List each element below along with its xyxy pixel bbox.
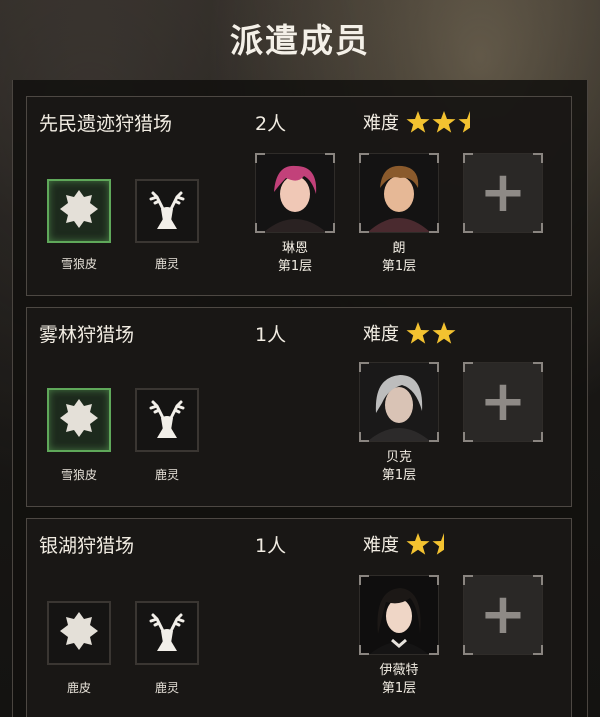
reward-pelt[interactable] [47,179,111,243]
member-portrait [360,363,438,441]
star-icon [405,531,431,557]
plus-icon: + [479,582,527,647]
plus-icon: + [479,160,527,225]
pelt-icon [57,187,101,235]
star-icon [405,109,431,135]
reward-deer[interactable] [135,601,199,665]
hunting-ground-card[interactable]: 先民遗迹狩猎场 2人 难度 雪狼皮 鹿灵 琳恩 第1层 朗 第1层 + [26,96,572,296]
star-icon [431,320,457,346]
member-name: 琳恩 [281,241,308,256]
member-floor: 第1层 [381,681,417,696]
add-member-button[interactable]: + [463,362,543,442]
member-count: 2人 [255,113,287,135]
member-floor: 第1层 [381,468,417,483]
difficulty-label: 难度 [363,535,399,556]
difficulty: 难度 [363,109,483,135]
member-slot[interactable] [359,153,439,233]
difficulty-stars [405,109,483,135]
pelt-icon [57,609,101,657]
reward-deer[interactable] [135,388,199,452]
member-count: 1人 [255,324,287,346]
add-member-button[interactable]: + [463,575,543,655]
member-slot[interactable] [359,362,439,442]
member-floor: 第1层 [381,259,417,274]
member-count: 1人 [255,535,287,557]
difficulty-label: 难度 [363,113,399,134]
member-slot[interactable] [359,575,439,655]
reward-pelt[interactable] [47,601,111,665]
reward-deer[interactable] [135,179,199,243]
member-name: 伊薇特 [379,663,419,678]
deer-spirit-icon [143,185,191,237]
half-star-icon [431,531,457,557]
screen-title: 派遣成员 [230,21,370,60]
reward-label: 雪狼皮 [60,468,97,482]
difficulty-stars [405,531,457,557]
member-portrait [360,576,438,654]
hunting-ground-name: 银湖狩猎场 [39,535,135,557]
difficulty-label: 难度 [363,324,399,345]
add-member-button[interactable]: + [463,153,543,233]
pelt-icon [57,396,101,444]
member-floor: 第1层 [277,259,313,274]
hunting-ground-name: 雾林狩猎场 [39,324,135,346]
reward-label: 鹿灵 [154,681,179,695]
reward-label: 鹿灵 [154,468,179,482]
deer-spirit-icon [143,394,191,446]
deer-spirit-icon [143,607,191,659]
plus-icon: + [479,369,527,434]
reward-label: 鹿皮 [66,681,91,695]
reward-pelt[interactable] [47,388,111,452]
member-name: 贝克 [385,450,412,465]
hunting-ground-card[interactable]: 雾林狩猎场 1人 难度 雪狼皮 鹿灵 贝克 第1层 + [26,307,572,507]
difficulty: 难度 [363,531,457,557]
difficulty-stars [405,320,457,346]
member-portrait [360,154,438,232]
reward-label: 雪狼皮 [60,257,97,271]
star-icon [431,109,457,135]
reward-label: 鹿灵 [154,257,179,271]
member-name: 朗 [392,241,406,256]
difficulty: 难度 [363,320,457,346]
half-star-icon [457,109,483,135]
member-portrait [256,154,334,232]
member-slot[interactable] [255,153,335,233]
star-icon [405,320,431,346]
hunting-ground-card[interactable]: 银湖狩猎场 1人 难度 鹿皮 鹿灵 伊薇特 第1层 + [26,518,572,717]
hunting-ground-name: 先民遗迹狩猎场 [39,113,173,135]
